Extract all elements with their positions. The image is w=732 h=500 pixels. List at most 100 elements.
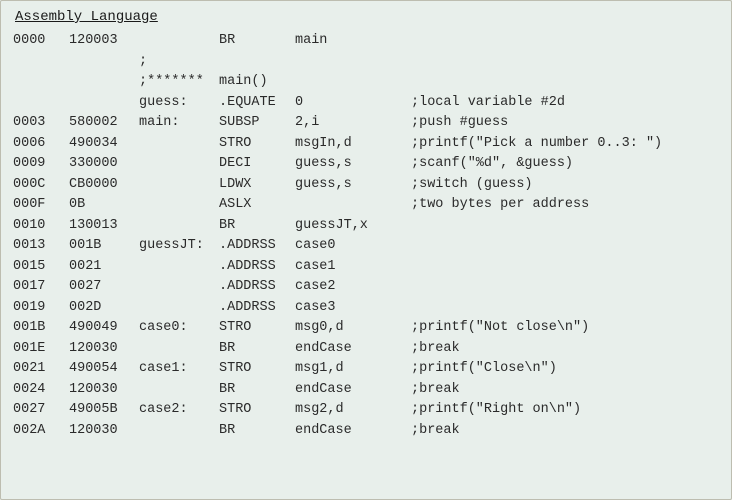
code-row: ;*******main() bbox=[13, 72, 719, 93]
mnemonic-cell: .ADDRSS bbox=[219, 257, 295, 278]
objectcode-cell: 490054 bbox=[69, 359, 139, 380]
mnemonic-cell: STRO bbox=[219, 134, 295, 155]
page-title: Assembly Language bbox=[15, 9, 719, 25]
comment-cell: ;break bbox=[411, 339, 719, 360]
operand-cell: case1 bbox=[295, 257, 411, 278]
code-row: 002749005Bcase2:STROmsg2,d;printf("Right… bbox=[13, 400, 719, 421]
address-cell: 000C bbox=[13, 175, 69, 196]
address-cell: 0003 bbox=[13, 113, 69, 134]
code-row: ; bbox=[13, 52, 719, 73]
code-row: 0009330000DECIguess,s;scanf("%d", &guess… bbox=[13, 154, 719, 175]
mnemonic-cell: BR bbox=[219, 339, 295, 360]
comment-cell bbox=[411, 236, 719, 257]
operand-cell: 0 bbox=[295, 93, 411, 114]
objectcode-cell bbox=[69, 93, 139, 114]
comment-cell: ;printf("Right on\n") bbox=[411, 400, 719, 421]
objectcode-cell: 120030 bbox=[69, 421, 139, 442]
mnemonic-cell: .EQUATE bbox=[219, 93, 295, 114]
mnemonic-cell: STRO bbox=[219, 318, 295, 339]
objectcode-cell: 330000 bbox=[69, 154, 139, 175]
code-row: 0010130013BRguessJT,x bbox=[13, 216, 719, 237]
operand-cell: guessJT,x bbox=[295, 216, 411, 237]
objectcode-cell: CB0000 bbox=[69, 175, 139, 196]
address-cell bbox=[13, 93, 69, 114]
label-cell bbox=[139, 298, 219, 319]
mnemonic-cell: ASLX bbox=[219, 195, 295, 216]
objectcode-cell: 120003 bbox=[69, 31, 139, 52]
operand-cell: endCase bbox=[295, 421, 411, 442]
comment-cell: ;printf("Pick a number 0..3: ") bbox=[411, 134, 719, 155]
address-cell: 0015 bbox=[13, 257, 69, 278]
assembly-listing: 0000120003BRmain;;*******main()guess:.EQ… bbox=[13, 31, 719, 441]
mnemonic-cell: LDWX bbox=[219, 175, 295, 196]
label-cell: case0: bbox=[139, 318, 219, 339]
address-cell: 0027 bbox=[13, 400, 69, 421]
objectcode-cell bbox=[69, 52, 139, 73]
mnemonic-cell: SUBSP bbox=[219, 113, 295, 134]
comment-cell bbox=[411, 257, 719, 278]
objectcode-cell: 580002 bbox=[69, 113, 139, 134]
label-cell bbox=[139, 380, 219, 401]
operand-cell: msg0,d bbox=[295, 318, 411, 339]
label-cell bbox=[139, 421, 219, 442]
operand-cell: case2 bbox=[295, 277, 411, 298]
comment-cell bbox=[411, 31, 719, 52]
objectcode-cell: 490034 bbox=[69, 134, 139, 155]
mnemonic-cell: .ADDRSS bbox=[219, 298, 295, 319]
mnemonic-cell: main() bbox=[219, 72, 295, 93]
address-cell: 0019 bbox=[13, 298, 69, 319]
mnemonic-cell: .ADDRSS bbox=[219, 277, 295, 298]
address-cell: 000F bbox=[13, 195, 69, 216]
label-cell: case2: bbox=[139, 400, 219, 421]
objectcode-cell: 120030 bbox=[69, 380, 139, 401]
objectcode-cell: 120030 bbox=[69, 339, 139, 360]
code-row: 0024120030BRendCase;break bbox=[13, 380, 719, 401]
comment-cell: ;local variable #2d bbox=[411, 93, 719, 114]
code-row: 0013001BguessJT:.ADDRSScase0 bbox=[13, 236, 719, 257]
objectcode-cell: 0021 bbox=[69, 257, 139, 278]
comment-cell: ;push #guess bbox=[411, 113, 719, 134]
label-cell bbox=[139, 31, 219, 52]
operand-cell: guess,s bbox=[295, 175, 411, 196]
label-cell: ; bbox=[139, 52, 219, 73]
operand-cell: case3 bbox=[295, 298, 411, 319]
comment-cell: ;printf("Close\n") bbox=[411, 359, 719, 380]
address-cell: 0010 bbox=[13, 216, 69, 237]
objectcode-cell: 001B bbox=[69, 236, 139, 257]
comment-cell: ;break bbox=[411, 380, 719, 401]
operand-cell: 2,i bbox=[295, 113, 411, 134]
address-cell: 0021 bbox=[13, 359, 69, 380]
objectcode-cell bbox=[69, 72, 139, 93]
comment-cell: ;break bbox=[411, 421, 719, 442]
operand-cell: msgIn,d bbox=[295, 134, 411, 155]
address-cell: 002A bbox=[13, 421, 69, 442]
operand-cell bbox=[295, 52, 411, 73]
operand-cell bbox=[295, 72, 411, 93]
mnemonic-cell: BR bbox=[219, 421, 295, 442]
label-cell: guess: bbox=[139, 93, 219, 114]
comment-cell bbox=[411, 216, 719, 237]
comment-cell: ;two bytes per address bbox=[411, 195, 719, 216]
label-cell: case1: bbox=[139, 359, 219, 380]
label-cell bbox=[139, 175, 219, 196]
comment-cell bbox=[411, 277, 719, 298]
code-row: 0000120003BRmain bbox=[13, 31, 719, 52]
comment-cell: ;scanf("%d", &guess) bbox=[411, 154, 719, 175]
label-cell bbox=[139, 134, 219, 155]
label-cell: main: bbox=[139, 113, 219, 134]
mnemonic-cell: STRO bbox=[219, 400, 295, 421]
operand-cell: guess,s bbox=[295, 154, 411, 175]
code-row: guess:.EQUATE0;local variable #2d bbox=[13, 93, 719, 114]
code-row: 000CCB0000 LDWXguess,s;switch (guess) bbox=[13, 175, 719, 196]
label-cell: guessJT: bbox=[139, 236, 219, 257]
code-row: 002A120030 BRendCase;break bbox=[13, 421, 719, 442]
comment-cell: ;switch (guess) bbox=[411, 175, 719, 196]
mnemonic-cell: .ADDRSS bbox=[219, 236, 295, 257]
operand-cell: endCase bbox=[295, 380, 411, 401]
address-cell: 0009 bbox=[13, 154, 69, 175]
operand-cell bbox=[295, 195, 411, 216]
code-row: 000F0BASLX;two bytes per address bbox=[13, 195, 719, 216]
mnemonic-cell: BR bbox=[219, 31, 295, 52]
label-cell bbox=[139, 257, 219, 278]
address-cell bbox=[13, 72, 69, 93]
